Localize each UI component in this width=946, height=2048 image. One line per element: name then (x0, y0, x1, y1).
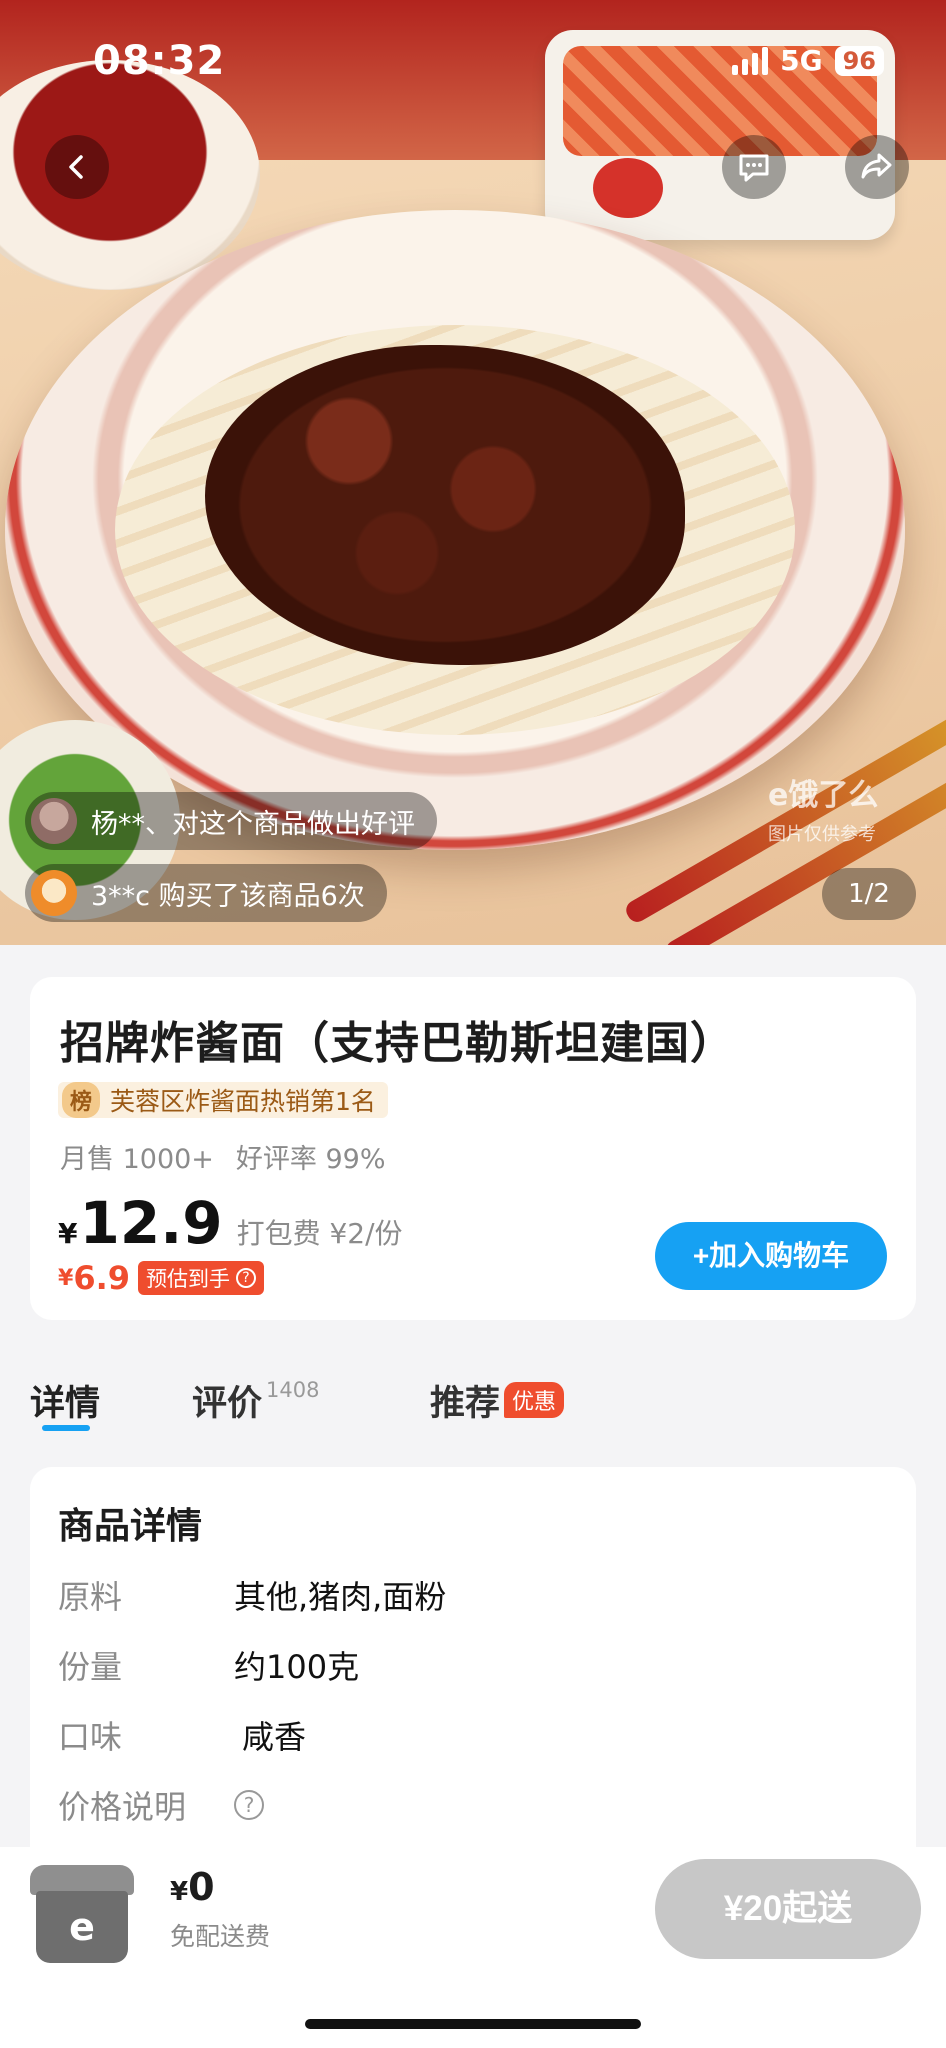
product-image-carousel[interactable]: e饿了么 图片仅供参考 08:32 5G 96 杨**、对这个商品做出好评 3*… (0, 0, 946, 945)
chat-bubble-icon (739, 154, 769, 182)
review-count: 1408 (266, 1378, 320, 1402)
signal-icon (732, 46, 769, 75)
detail-value: 约100克 (234, 1648, 360, 1686)
estimated-price-badge[interactable]: 预估到手? (138, 1261, 264, 1295)
detail-value: 咸香 (242, 1718, 307, 1756)
currency-symbol: ¥ (170, 1877, 189, 1907)
tab-detail[interactable]: 详情 (30, 1375, 100, 1426)
estimated-price: ¥ 6.9 预估到手? (58, 1259, 264, 1297)
currency-symbol: ¥ (58, 1217, 78, 1250)
detail-key: 口味 (58, 1718, 123, 1756)
detail-key: 份量 (58, 1648, 123, 1686)
detail-row: 原料 其他,猪肉,面粉 (58, 1572, 446, 1618)
message-button[interactable] (722, 135, 786, 199)
status-indicators: 5G 96 (732, 44, 884, 77)
activity-text: 杨**、对这个商品做出好评 (91, 808, 415, 840)
back-button[interactable] (45, 135, 109, 199)
details-title: 商品详情 (58, 1506, 203, 1547)
cart-icon[interactable]: e (30, 1865, 134, 1969)
detail-tabs: 详情 评价 1408 推荐 优惠 (0, 1365, 946, 1445)
rank-badge: 榜 (62, 1082, 101, 1118)
add-to-cart-button[interactable]: +加入购物车 (655, 1222, 887, 1290)
price: 12.9 (79, 1189, 223, 1257)
delivery-note: 免配送费 (170, 1922, 271, 1951)
share-arrow-icon (861, 153, 892, 179)
home-indicator (305, 2019, 641, 2029)
activity-pill: 3**c 购买了该商品6次 (25, 864, 387, 922)
price-block: ¥ 12.9 打包费 ¥2/份 (58, 1189, 403, 1257)
bottom-cart-bar: e ¥ 0 免配送费 ¥20起送 (0, 1847, 946, 2048)
detail-key: 原料 (58, 1578, 123, 1616)
product-details-card: 商品详情 原料 其他,猪肉,面粉 份量 约100克 口味 咸香 价格说明 ? (30, 1467, 916, 1867)
product-info-card: 招牌炸酱面（支持巴勒斯坦建国） 榜 芙蓉区炸酱面热销第1名 月售 1000+ 好评… (30, 977, 916, 1320)
share-button[interactable] (845, 135, 909, 199)
sales-stats: 月售 1000+ 好评率 99% (60, 1137, 386, 1176)
tab-review[interactable]: 评价 1408 (192, 1375, 319, 1426)
rank-tag[interactable]: 榜 芙蓉区炸酱面热销第1名 (58, 1082, 388, 1118)
detail-key: 价格说明 (58, 1788, 187, 1826)
rank-text: 芙蓉区炸酱面热销第1名 (110, 1087, 376, 1116)
promo-badge: 优惠 (504, 1382, 565, 1418)
tab-recommend[interactable]: 推荐 优惠 (430, 1375, 565, 1426)
packing-fee: 打包费 ¥2/份 (236, 1217, 403, 1250)
monthly-sales: 月售 1000+ (60, 1144, 214, 1175)
status-time: 08:32 (93, 38, 226, 84)
estimated-price-value: 6.9 (73, 1259, 130, 1297)
product-title: 招牌炸酱面（支持巴勒斯坦建国） (60, 1018, 735, 1069)
cart-total: ¥ 0 (170, 1865, 215, 1909)
detail-row: 口味 咸香 (58, 1712, 306, 1758)
active-tab-indicator (42, 1425, 90, 1431)
image-counter: 1/2 (822, 868, 916, 920)
watermark: e饿了么 图片仅供参考 (768, 778, 879, 845)
avatar (31, 798, 77, 844)
network-label: 5G (780, 44, 823, 77)
rating: 好评率 99% (235, 1144, 386, 1175)
question-icon: ? (236, 1268, 256, 1288)
detail-row: 价格说明 ? (58, 1782, 264, 1828)
avatar (31, 870, 77, 916)
question-icon[interactable]: ? (234, 1790, 264, 1820)
battery-icon: 96 (834, 45, 884, 76)
checkout-button[interactable]: ¥20起送 (655, 1859, 921, 1959)
detail-row: 份量 约100克 (58, 1642, 359, 1688)
cart-total-value: 0 (188, 1865, 215, 1909)
detail-value: 其他,猪肉,面粉 (234, 1578, 447, 1616)
currency-symbol: ¥ (58, 1265, 74, 1291)
activity-text: 3**c 购买了该商品6次 (91, 880, 365, 912)
chevron-left-icon (69, 155, 83, 179)
activity-pill: 杨**、对这个商品做出好评 (25, 792, 437, 850)
